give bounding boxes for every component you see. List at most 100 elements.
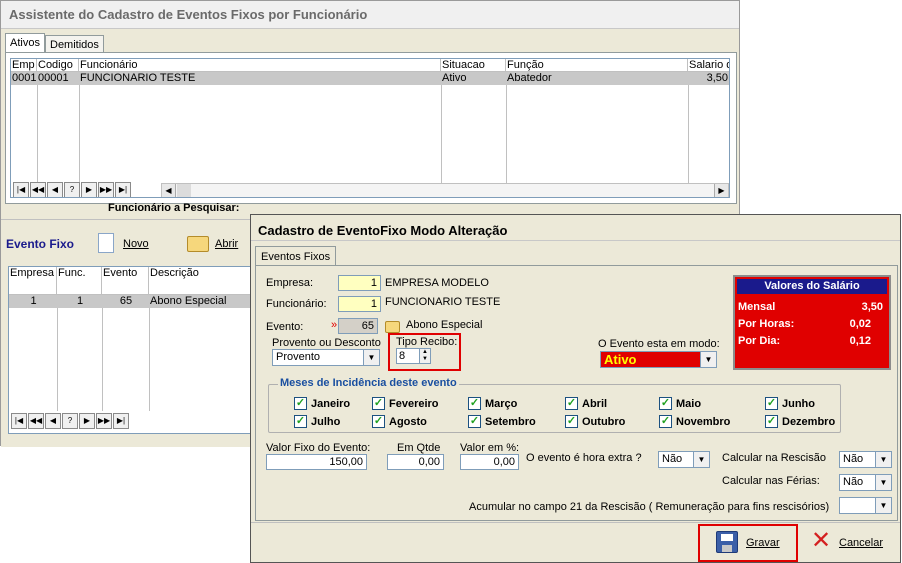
chevron-down-icon[interactable]: ▼ (700, 352, 716, 367)
funcionario-field[interactable]: 1 (338, 296, 381, 312)
nav-last-button[interactable]: ▶| (115, 182, 131, 197)
chevron-down-icon[interactable]: ▼ (875, 498, 891, 513)
nav-prior-button[interactable]: ◀ (47, 182, 63, 197)
check-fevereiro[interactable]: ✓ (372, 397, 385, 410)
col-funcionario[interactable]: Funcionário (79, 59, 441, 72)
qtde-field[interactable]: 0,00 (387, 454, 444, 470)
funcionario-label: Funcionário: (266, 298, 327, 310)
valor-fixo-field[interactable]: 150,00 (266, 454, 367, 470)
mensal-value: 3,50 (861, 301, 883, 313)
open-folder-icon[interactable] (187, 236, 209, 252)
acumular-select[interactable]: ▼ (839, 497, 892, 514)
valores-panel: Valores do Salário Mensal 3,50 Por Horas… (733, 275, 891, 370)
novo-button[interactable]: Novo (123, 238, 149, 250)
employees-grid[interactable]: Emp Codigo Funcionário Situacao Função S… (10, 58, 730, 198)
bottom-bar (251, 522, 900, 562)
col-descricao[interactable]: Descrição (149, 267, 250, 295)
tipo-recibo-field[interactable]: 8 ▲ ▼ (396, 348, 431, 364)
check-outubro[interactable]: ✓ (565, 415, 578, 428)
nav-prior-button[interactable]: ◀ (45, 413, 61, 429)
nav-prior-page-button[interactable]: ◀◀ (30, 182, 46, 197)
month-fevereiro: Fevereiro (389, 398, 439, 410)
nav-last-button[interactable]: ▶| (113, 413, 129, 429)
nav-search-button[interactable]: ? (64, 182, 80, 197)
nav-first-button[interactable]: |◀ (13, 182, 29, 197)
month-agosto: Agosto (389, 416, 427, 428)
horizontal-scrollbar[interactable]: ◀ ▶ (161, 183, 729, 197)
horas-value: 0,02 (849, 318, 871, 330)
check-dezembro[interactable]: ✓ (765, 415, 778, 428)
ferias-label: Calcular nas Férias: (722, 475, 820, 487)
tab-eventos-fixos[interactable]: Eventos Fixos (255, 246, 337, 266)
evento-fixo-label: Evento Fixo (6, 237, 75, 251)
empresa-field[interactable]: 1 (338, 275, 381, 291)
table-row[interactable]: 1 1 65 Abono Especial (9, 295, 250, 308)
nav-search-button[interactable]: ? (62, 413, 78, 429)
col-codigo[interactable]: Codigo (37, 59, 79, 72)
hora-extra-select[interactable]: Não ▼ (658, 451, 710, 468)
cancel-icon[interactable]: ✕ (810, 529, 832, 553)
nav-next-page-button[interactable]: ▶▶ (96, 413, 112, 429)
check-setembro[interactable]: ✓ (468, 415, 481, 428)
chevron-down-icon[interactable]: ▼ (693, 452, 709, 467)
evento-field[interactable]: 65 (338, 318, 378, 334)
scroll-thumb[interactable] (177, 184, 191, 197)
cancelar-button[interactable]: Cancelar (839, 537, 883, 549)
new-document-icon[interactable] (98, 233, 114, 253)
col-salario[interactable]: Salario d (688, 59, 729, 72)
provento-select[interactable]: Provento ▼ (272, 349, 380, 366)
check-agosto[interactable]: ✓ (372, 415, 385, 428)
col-empresa[interactable]: Empresa (9, 267, 57, 295)
col-func[interactable]: Func. (57, 267, 102, 295)
chevron-down-icon[interactable]: ▼ (363, 350, 379, 365)
modo-select[interactable]: Ativo ▼ (600, 351, 717, 368)
events-grid[interactable]: Empresa Func. Evento Descrição 1 1 65 Ab… (8, 266, 251, 434)
nav-first-button[interactable]: |◀ (11, 413, 27, 429)
check-julho[interactable]: ✓ (294, 415, 307, 428)
ferias-select[interactable]: Não ▼ (839, 474, 892, 491)
tab-ativos[interactable]: Ativos (5, 33, 45, 53)
provento-label: Provento ou Desconto (272, 337, 381, 349)
check-novembro[interactable]: ✓ (659, 415, 672, 428)
pct-field[interactable]: 0,00 (460, 454, 519, 470)
tab-demitidos[interactable]: Demitidos (45, 35, 104, 53)
check-janeiro[interactable]: ✓ (294, 397, 307, 410)
rescisao-select[interactable]: Não ▼ (839, 451, 892, 468)
col-emp[interactable]: Emp (11, 59, 37, 72)
dia-label: Por Dia: (738, 335, 781, 347)
scroll-right-icon[interactable]: ▶ (714, 184, 728, 197)
check-maio[interactable]: ✓ (659, 397, 672, 410)
col-situacao[interactable]: Situacao (441, 59, 506, 72)
valores-title: Valores do Salário (737, 279, 887, 294)
acumular-label: Acumular no campo 21 da Rescisão ( Remun… (469, 501, 830, 513)
col-evento[interactable]: Evento (102, 267, 149, 295)
check-junho[interactable]: ✓ (765, 397, 778, 410)
month-janeiro: Janeiro (311, 398, 351, 410)
horas-label: Por Horas: (738, 318, 795, 330)
dialog-title: Cadastro de EventoFixo Modo Alteração (251, 215, 900, 241)
folder-icon[interactable] (385, 321, 400, 333)
dia-value: 0,12 (849, 335, 871, 347)
abrir-button[interactable]: Abrir (215, 238, 238, 250)
save-icon[interactable] (716, 531, 738, 553)
chevron-down-icon[interactable]: ▼ (875, 452, 891, 467)
scroll-left-icon[interactable]: ◀ (162, 184, 176, 197)
check-marco[interactable]: ✓ (468, 397, 481, 410)
month-outubro: Outubro (582, 416, 626, 428)
month-dezembro: Dezembro (782, 416, 836, 428)
gravar-button[interactable]: Gravar (746, 537, 780, 549)
rescisao-label: Calcular na Rescisão (722, 452, 826, 464)
nav-next-button[interactable]: ▶ (79, 413, 95, 429)
evento-name: Abono Especial (406, 319, 483, 331)
nav-prior-page-button[interactable]: ◀◀ (28, 413, 44, 429)
events-section: Evento Fixo Novo Abrir Empresa Func. Eve… (1, 219, 251, 447)
nav-next-page-button[interactable]: ▶▶ (98, 182, 114, 197)
month-setembro: Setembro (485, 416, 536, 428)
table-row[interactable]: 0001 00001 FUNCIONARIO TESTE Ativo Abate… (11, 72, 729, 85)
spinner-icon[interactable]: ▲ ▼ (419, 349, 430, 363)
col-funcao[interactable]: Função (506, 59, 688, 72)
check-abril[interactable]: ✓ (565, 397, 578, 410)
chevron-down-icon[interactable]: ▼ (875, 475, 891, 490)
nav-next-button[interactable]: ▶ (81, 182, 97, 197)
valor-fixo-label: Valor Fixo do Evento: (266, 442, 371, 454)
